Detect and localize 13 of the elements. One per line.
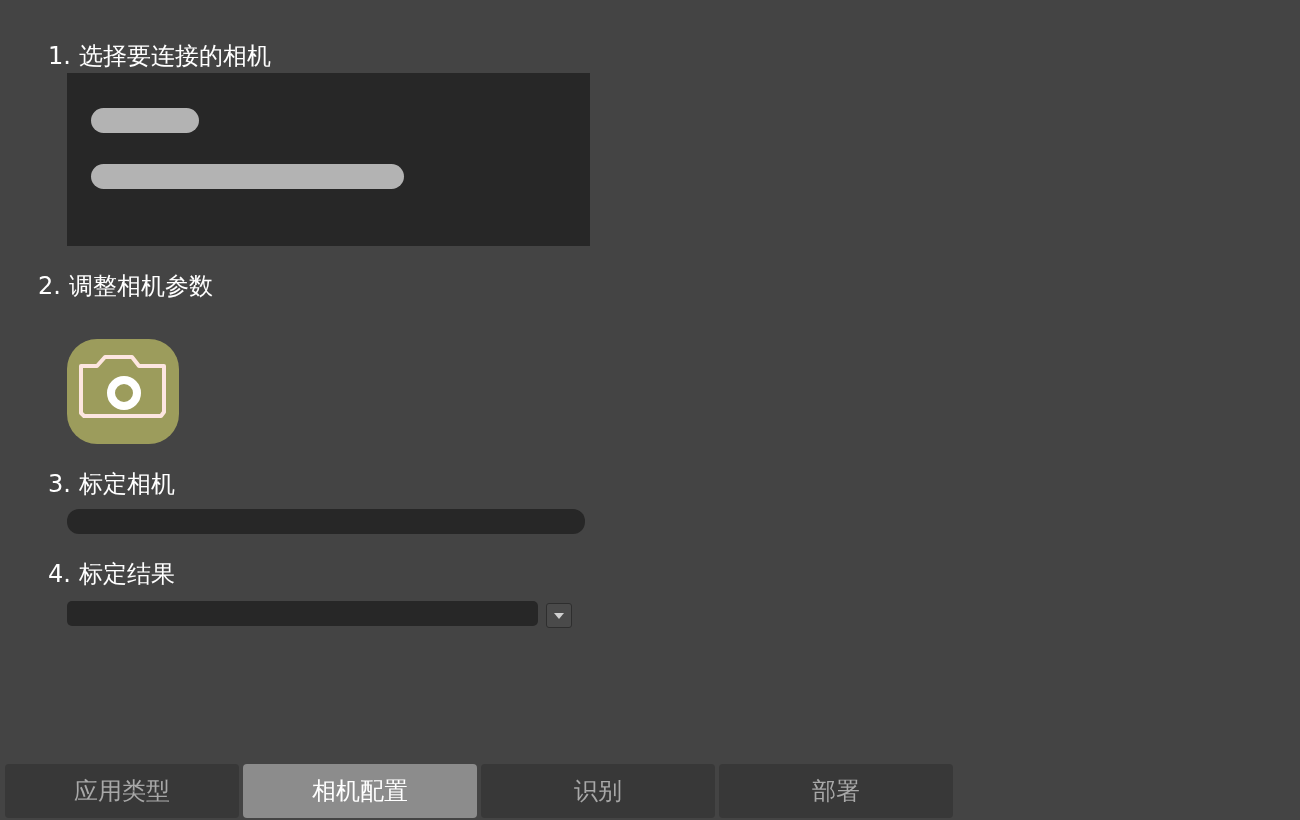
tab[interactable]: 识别 [481, 764, 715, 818]
camera-button[interactable] [67, 339, 179, 444]
dropdown-button[interactable] [546, 603, 572, 628]
step-heading: 1. 选择要连接的相机 [48, 42, 271, 70]
dropdown-field[interactable] [67, 601, 538, 626]
tab[interactable]: 相机配置 [243, 764, 477, 818]
step-heading: 3. 标定相机 [48, 470, 175, 498]
caret-icon [554, 612, 564, 619]
step-heading: 4. 标定结果 [48, 560, 175, 588]
camera-icon [79, 355, 166, 418]
step-heading: 2. 调整相机参数 [38, 272, 213, 300]
tab[interactable]: 应用类型 [5, 764, 239, 818]
tab[interactable]: 部署 [719, 764, 953, 818]
